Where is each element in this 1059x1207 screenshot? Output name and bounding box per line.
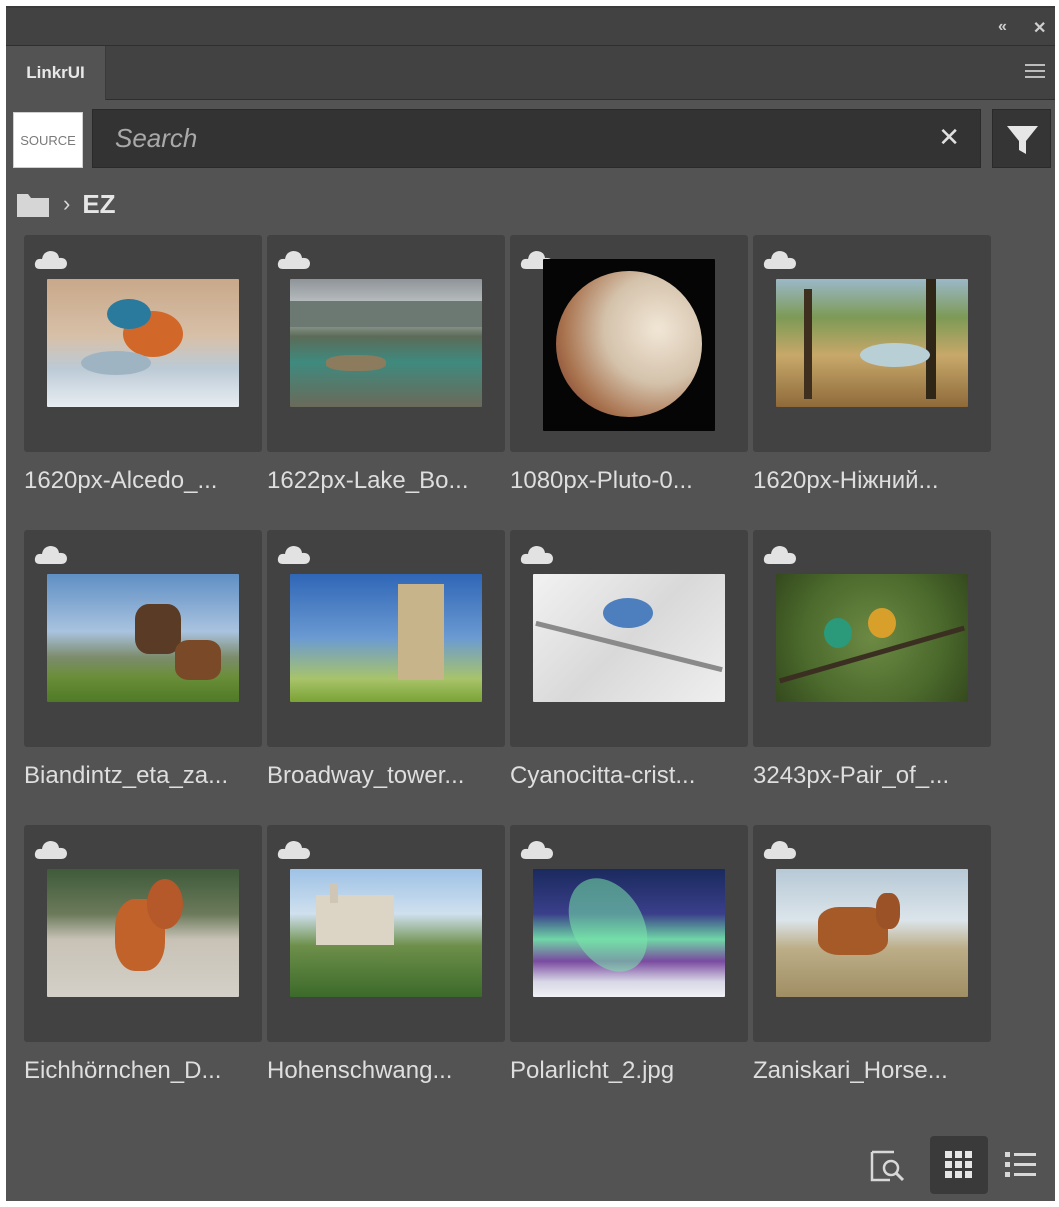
asset-thumbnail bbox=[267, 235, 505, 452]
asset-item[interactable]: Hohenschwang... bbox=[267, 825, 507, 1115]
folder-icon[interactable] bbox=[17, 191, 49, 217]
lake-image bbox=[290, 279, 482, 407]
preview-search-icon bbox=[870, 1150, 905, 1182]
collapse-icon[interactable]: « bbox=[998, 18, 1007, 36]
asset-label: Cyanocitta-crist... bbox=[510, 762, 696, 789]
search-input[interactable] bbox=[93, 110, 913, 167]
cloud-icon bbox=[277, 251, 310, 269]
squirrel-image bbox=[47, 869, 239, 997]
search-box: ✕ bbox=[92, 109, 981, 168]
bottom-toolbar bbox=[6, 1128, 1055, 1203]
tab-row: LinkrUI bbox=[6, 46, 1055, 100]
asset-item[interactable]: 3243px-Pair_of_... bbox=[753, 530, 993, 820]
pluto-image bbox=[543, 259, 715, 431]
asset-item[interactable]: 1620px-Alcedo_... bbox=[24, 235, 264, 525]
close-icon[interactable]: ✕ bbox=[1033, 18, 1046, 38]
blue-jay-image bbox=[533, 574, 725, 702]
asset-item[interactable]: Eichhörnchen_D... bbox=[24, 825, 264, 1115]
aurora-image bbox=[533, 869, 725, 997]
asset-label: 1620px-Ніжний... bbox=[753, 467, 939, 494]
asset-thumbnail bbox=[510, 825, 748, 1042]
asset-thumbnail bbox=[267, 825, 505, 1042]
asset-label: Broadway_tower... bbox=[267, 762, 465, 789]
asset-label: 3243px-Pair_of_... bbox=[753, 762, 950, 789]
asset-thumbnail bbox=[24, 825, 262, 1042]
bee-eaters-image bbox=[776, 574, 968, 702]
asset-label: 1622px-Lake_Bo... bbox=[267, 467, 469, 494]
cloud-icon bbox=[763, 841, 796, 859]
asset-label: Eichhörnchen_D... bbox=[24, 1057, 222, 1084]
castle-image bbox=[290, 869, 482, 997]
cloud-icon bbox=[763, 251, 796, 269]
asset-thumbnail bbox=[510, 530, 748, 747]
asset-thumbnail bbox=[753, 825, 991, 1042]
list-view-button[interactable] bbox=[992, 1136, 1050, 1194]
horses-hill-image bbox=[47, 574, 239, 702]
asset-label: Biandintz_eta_za... bbox=[24, 762, 229, 789]
zaniskari-horse-image bbox=[776, 869, 968, 997]
asset-item[interactable]: 1622px-Lake_Bo... bbox=[267, 235, 507, 525]
filter-icon bbox=[1007, 126, 1038, 154]
cloud-icon bbox=[277, 841, 310, 859]
cloud-icon bbox=[520, 841, 553, 859]
asset-label: Zaniskari_Horse... bbox=[753, 1057, 948, 1084]
asset-thumbnail bbox=[24, 530, 262, 747]
preview-search-button[interactable] bbox=[860, 1136, 918, 1194]
cloud-icon bbox=[277, 546, 310, 564]
asset-thumbnail bbox=[753, 235, 991, 452]
asset-label: 1620px-Alcedo_... bbox=[24, 467, 218, 494]
asset-item[interactable]: Biandintz_eta_za... bbox=[24, 530, 264, 820]
tower-image bbox=[290, 574, 482, 702]
cloud-icon bbox=[34, 841, 67, 859]
grid-view-icon bbox=[945, 1151, 972, 1178]
forest-image bbox=[776, 279, 968, 407]
cloud-icon bbox=[34, 251, 67, 269]
asset-label: 1080px-Pluto-0... bbox=[510, 467, 693, 494]
asset-label: Hohenschwang... bbox=[267, 1057, 453, 1084]
cloud-icon bbox=[763, 546, 796, 564]
asset-item[interactable]: 1080px-Pluto-0... bbox=[510, 235, 750, 525]
asset-thumbnail bbox=[753, 530, 991, 747]
panel-menu-icon[interactable] bbox=[1025, 64, 1045, 80]
asset-label: Polarlicht_2.jpg bbox=[510, 1057, 675, 1084]
breadcrumb-current[interactable]: EZ bbox=[82, 189, 115, 220]
asset-item[interactable]: 1620px-Ніжний... bbox=[753, 235, 993, 525]
cloud-icon bbox=[520, 546, 553, 564]
kingfisher-image bbox=[47, 279, 239, 407]
chevron-right-icon: › bbox=[63, 191, 71, 216]
asset-item[interactable]: Cyanocitta-crist... bbox=[510, 530, 750, 820]
list-view-icon bbox=[1005, 1152, 1036, 1177]
asset-thumbnail bbox=[24, 235, 262, 452]
asset-item[interactable]: Zaniskari_Horse... bbox=[753, 825, 993, 1115]
panel-titlebar: « ✕ bbox=[6, 8, 1055, 46]
asset-item[interactable]: Broadway_tower... bbox=[267, 530, 507, 820]
source-button[interactable]: SOURCE bbox=[13, 112, 83, 168]
clear-search-icon[interactable]: ✕ bbox=[938, 122, 960, 153]
linkrui-panel: « ✕ LinkrUI SOURCE ✕ › EZ bbox=[6, 6, 1055, 1201]
breadcrumb: › EZ bbox=[17, 186, 116, 222]
asset-thumbnail bbox=[267, 530, 505, 747]
grid-view-button[interactable] bbox=[930, 1136, 988, 1194]
cloud-icon bbox=[34, 546, 67, 564]
tab-linkrui[interactable]: LinkrUI bbox=[6, 46, 106, 100]
asset-thumbnail bbox=[510, 235, 748, 452]
filter-button[interactable] bbox=[992, 109, 1051, 168]
asset-item[interactable]: Polarlicht_2.jpg bbox=[510, 825, 750, 1115]
